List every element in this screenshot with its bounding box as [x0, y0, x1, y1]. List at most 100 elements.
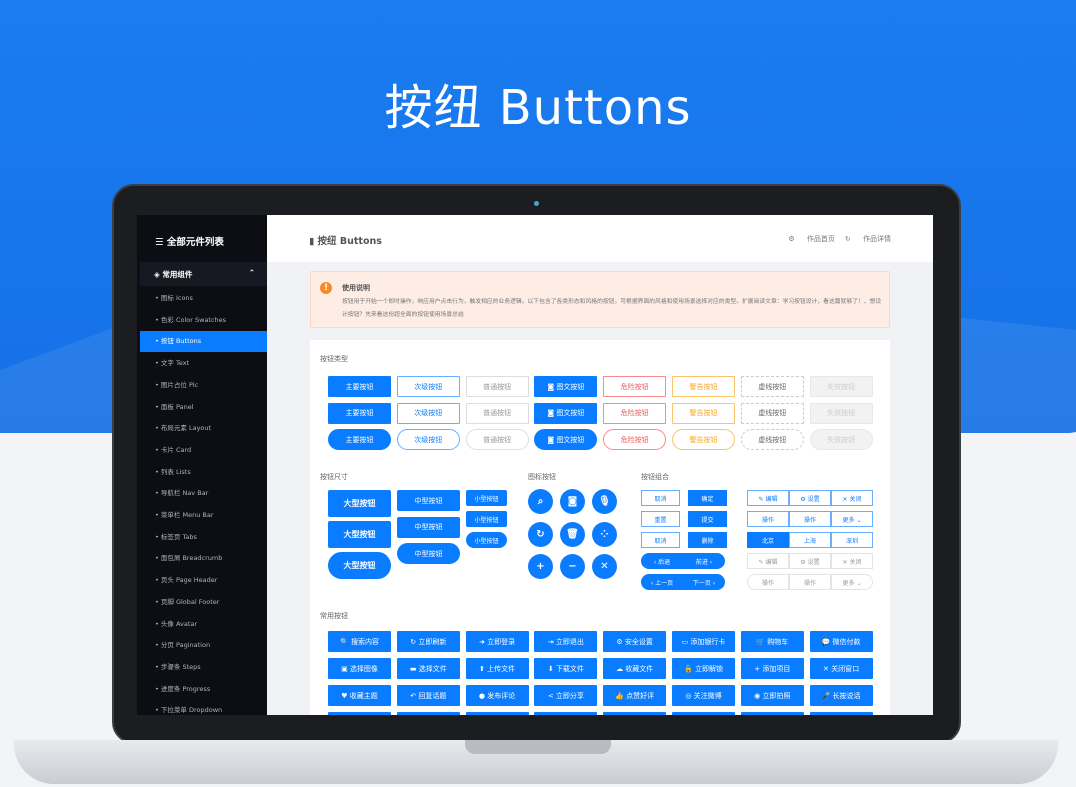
group-button[interactable]: ⚙ 设置	[789, 490, 831, 506]
common-button[interactable]	[603, 712, 667, 715]
group-button[interactable]: 重置	[641, 511, 680, 527]
group-button[interactable]: ✎ 编辑	[747, 490, 789, 506]
common-button[interactable]: ↶ 回复话题	[396, 685, 460, 706]
common-button[interactable]: ⬇ 下载文件	[534, 658, 598, 679]
close-button[interactable]: ✕	[592, 554, 617, 579]
group-button[interactable]: ‹ 上一页	[641, 574, 683, 590]
type-button[interactable]: 普通按钮	[465, 376, 529, 397]
sidebar-item[interactable]: • 进度条 Progress	[140, 679, 267, 700]
group-button[interactable]: ✎ 编辑	[747, 553, 789, 569]
group-button[interactable]: 深圳	[831, 532, 873, 548]
common-button[interactable]: ☁ 收藏文件	[603, 658, 667, 679]
common-button[interactable]: ✕ 关闭窗口	[809, 658, 873, 679]
sidebar-item[interactable]: • 页脚 Global Footer	[140, 592, 267, 613]
large-button[interactable]: 大型按钮	[328, 552, 391, 579]
common-button[interactable]: 🛒 购物车	[740, 631, 804, 652]
common-button[interactable]	[740, 712, 804, 715]
type-button[interactable]: 危险按钮	[603, 376, 667, 397]
type-button[interactable]: 危险按钮	[603, 429, 667, 450]
common-button[interactable]	[672, 712, 735, 715]
sidebar-item[interactable]: • 图标 Icons	[140, 288, 267, 309]
common-button[interactable]: 💬 微信付款	[809, 631, 873, 652]
link-detail[interactable]: ↻ 作品详情	[845, 235, 891, 243]
group-button[interactable]: ‹ 后退	[641, 553, 683, 569]
type-button[interactable]: 警告按钮	[672, 429, 735, 450]
common-button[interactable]: 🔍 搜索内容	[328, 631, 391, 652]
search-button[interactable]: ⌕	[528, 489, 553, 514]
group-button[interactable]: 操作	[789, 511, 831, 527]
common-button[interactable]	[534, 712, 598, 715]
type-button[interactable]: 次级按钮	[396, 376, 460, 397]
group-button[interactable]: 确定	[688, 490, 727, 506]
type-button[interactable]: 主要按钮	[328, 429, 391, 450]
link-home[interactable]: ⚙ 作品首页	[788, 235, 835, 243]
common-button[interactable]	[465, 712, 529, 715]
microphone-button[interactable]: 🎙	[592, 489, 617, 514]
type-button[interactable]: ◙ 图文按钮	[534, 402, 598, 424]
large-button[interactable]: 大型按钮	[328, 521, 391, 548]
sidebar-item[interactable]: • 色彩 Color Swatches	[140, 310, 267, 331]
common-button[interactable]	[809, 712, 873, 715]
sidebar-item[interactable]: • 分页 Pagination	[140, 635, 267, 656]
common-button[interactable]: ⚙ 安全设置	[603, 631, 667, 652]
type-button[interactable]: 虚线按钮	[740, 376, 804, 397]
group-button[interactable]: 取消	[641, 490, 680, 506]
refresh-button[interactable]: ↻	[528, 521, 553, 547]
sidebar-item[interactable]: • 面包屑 Breadcrumb	[140, 548, 267, 569]
common-button[interactable]: ● 发布评论	[465, 685, 529, 706]
sidebar-item[interactable]: • 面板 Panel	[140, 397, 267, 418]
sidebar-item[interactable]: • 文字 Text	[140, 353, 267, 374]
common-button[interactable]: < 立即分享	[534, 685, 598, 706]
group-button[interactable]: 前进 ›	[683, 553, 725, 569]
common-button[interactable]: ↻ 立即刷新	[396, 631, 460, 652]
sidebar-item[interactable]: • 页头 Page Header	[140, 570, 267, 591]
medium-button[interactable]: 中型按钮	[397, 490, 460, 511]
small-button[interactable]: 小型按钮	[466, 532, 507, 548]
type-button[interactable]: 次级按钮	[396, 429, 460, 450]
type-button[interactable]: 虚线按钮	[740, 402, 804, 424]
group-button[interactable]: ⚙ 设置	[789, 553, 831, 569]
common-button[interactable]: ◉ 立即拍照	[740, 685, 804, 706]
group-button[interactable]: 北京	[747, 532, 789, 548]
group-button[interactable]: 下一页 ›	[683, 574, 725, 590]
medium-button[interactable]: 中型按钮	[397, 516, 460, 538]
plus-button[interactable]: +	[528, 554, 553, 579]
type-button[interactable]: 虚线按钮	[740, 429, 804, 450]
sidebar-group[interactable]: ◈ 常用组件 ⌃	[140, 262, 267, 286]
camera-button[interactable]: ◙	[560, 489, 585, 514]
type-button[interactable]: 普通按钮	[465, 429, 529, 450]
type-button[interactable]: ◙ 图文按钮	[534, 429, 598, 450]
sidebar-item[interactable]: • 图片占位 Pic	[140, 375, 267, 396]
common-button[interactable]: ▭ 添加银行卡	[672, 631, 735, 652]
medium-button[interactable]: 中型按钮	[397, 543, 460, 564]
group-button[interactable]: ✕ 关闭	[831, 490, 873, 506]
group-button[interactable]: 更多 ⌄	[831, 511, 873, 527]
sidebar-item[interactable]: • 按钮 Buttons	[140, 331, 267, 353]
group-button[interactable]: 操作	[747, 574, 789, 590]
group-button[interactable]: 更多 ⌄	[831, 574, 873, 590]
common-button[interactable]: ▬ 选择文件	[396, 658, 460, 679]
common-button[interactable]: ⇥ 立即退出	[534, 631, 598, 652]
common-button[interactable]: ◎ 关注微博	[672, 685, 735, 706]
sidebar-item[interactable]: • 菜单栏 Menu Bar	[140, 505, 267, 526]
spinner-button[interactable]: ⁘	[592, 521, 617, 547]
common-button[interactable]: ♥ 收藏主题	[328, 685, 391, 706]
type-button[interactable]: 主要按钮	[328, 402, 391, 424]
type-button[interactable]: 普通按钮	[465, 402, 529, 424]
common-button[interactable]	[328, 712, 391, 715]
sidebar-item[interactable]: • 布局元素 Layout	[140, 418, 267, 439]
common-button[interactable]: ▣ 选择图像	[328, 658, 391, 679]
group-button[interactable]: 上海	[789, 532, 831, 548]
common-button[interactable]: 🎤 长按说话	[809, 685, 873, 706]
sidebar-item[interactable]: • 卡片 Card	[140, 440, 267, 461]
minus-button[interactable]: −	[560, 554, 585, 579]
type-button[interactable]: 次级按钮	[396, 402, 460, 424]
common-button[interactable]: ⬆ 上传文件	[465, 658, 529, 679]
small-button[interactable]: 小型按钮	[466, 511, 507, 527]
common-button[interactable]: ➜ 立即登录	[465, 631, 529, 652]
group-button[interactable]: 提交	[688, 511, 727, 527]
type-button[interactable]: 危险按钮	[603, 402, 667, 424]
type-button[interactable]: ◙ 图文按钮	[534, 376, 598, 397]
sidebar-item[interactable]: • 标签页 Tabs	[140, 527, 267, 548]
type-button[interactable]: 警告按钮	[672, 376, 735, 397]
